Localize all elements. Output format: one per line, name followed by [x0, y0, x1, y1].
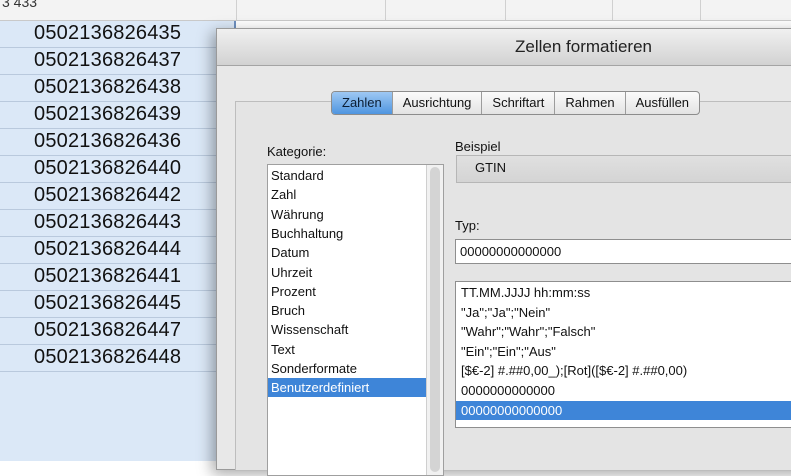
cell-value: 0502136826440	[34, 157, 182, 179]
format-item[interactable]: 00000000000000	[456, 400, 791, 420]
format-item[interactable]: "Ja";"Ja";"Nein"	[456, 303, 791, 322]
category-item[interactable]: Wissenschaft	[268, 320, 426, 339]
format-item[interactable]: 0000000000000	[456, 381, 791, 400]
type-label: Typ:	[455, 218, 480, 233]
category-scrollbar[interactable]	[426, 165, 443, 475]
tab-schriftart[interactable]: Schriftart	[482, 92, 556, 114]
category-item[interactable]: Prozent	[268, 282, 426, 301]
cell-value: 0502136826444	[34, 238, 182, 260]
tab-zahlen[interactable]: Zahlen	[332, 92, 393, 114]
column-header-strip: 3 433	[0, 0, 791, 21]
cell-value: 0502136826441	[34, 265, 182, 287]
format-item[interactable]: "Wahr";"Wahr";"Falsch"	[456, 322, 791, 341]
cell-value: 0502136826435	[34, 22, 182, 44]
category-label: Kategorie:	[267, 144, 327, 159]
category-item[interactable]: Text	[268, 340, 426, 359]
category-item[interactable]: Standard	[268, 166, 426, 185]
table-row[interactable]: 0502136826443	[0, 210, 236, 237]
cell-value: 0502136826447	[34, 319, 182, 341]
scrollbar-thumb[interactable]	[430, 167, 440, 472]
category-item[interactable]: Währung	[268, 205, 426, 224]
table-row[interactable]: 0502136826439	[0, 102, 236, 129]
category-item[interactable]: Datum	[268, 243, 426, 262]
cell-value: 0502136826436	[34, 130, 182, 152]
category-list[interactable]: Standard Zahl Währung Buchhaltung Datum Uhrze…	[267, 164, 444, 476]
column-divider	[612, 0, 613, 20]
table-row[interactable]: 0502136826438	[0, 75, 236, 102]
example-value: GTIN	[475, 160, 507, 175]
table-row[interactable]: 0502136826440	[0, 156, 236, 183]
cell-value: 0502136826443	[34, 211, 182, 233]
format-cells-dialog: Zellen formatieren Zahlen Ausrichtung Sc…	[216, 28, 791, 476]
table-row[interactable]: 0502136826437	[0, 48, 236, 75]
tab-ausfuellen[interactable]: Ausfüllen	[626, 92, 699, 114]
category-item[interactable]: Benutzerdefiniert	[268, 378, 426, 398]
format-item[interactable]: "Ein";"Ein";"Aus"	[456, 342, 791, 361]
category-item[interactable]: Bruch	[268, 301, 426, 320]
table-row[interactable]: 0502136826445	[0, 291, 236, 318]
cell-value: 0502136826439	[34, 103, 182, 125]
type-input[interactable]: 00000000000000	[455, 239, 791, 264]
tab-bar: Zahlen Ausrichtung Schriftart Rahmen Aus…	[331, 91, 701, 115]
column-divider	[505, 0, 506, 20]
dialog-titlebar[interactable]: Zellen formatieren	[217, 29, 791, 66]
example-preview: GTIN	[456, 155, 791, 183]
cell-value: 0502136826438	[34, 76, 182, 98]
table-row[interactable]: 0502136826435	[0, 21, 236, 48]
dialog-title: Zellen formatieren	[515, 37, 653, 56]
category-item[interactable]: Buchhaltung	[268, 224, 426, 243]
top-cell-fragment: 3 433	[2, 0, 38, 10]
table-row[interactable]: 0502136826442	[0, 183, 236, 210]
table-row[interactable]: 0502136826448	[0, 345, 236, 372]
table-row[interactable]: 0502136826444	[0, 237, 236, 264]
tab-ausrichtung[interactable]: Ausrichtung	[393, 92, 483, 114]
category-item[interactable]: Uhrzeit	[268, 263, 426, 282]
format-item[interactable]: [$€-2] #.##0,00_);[Rot]([$€-2] #.##0,00)	[456, 361, 791, 380]
format-list[interactable]: TT.MM.JJJJ hh:mm:ss "Ja";"Ja";"Nein" "Wahr…	[455, 281, 791, 428]
column-divider	[236, 0, 237, 20]
column-divider	[700, 0, 701, 20]
format-item[interactable]: TT.MM.JJJJ hh:mm:ss	[456, 283, 791, 302]
cell-value: 0502136826437	[34, 49, 182, 71]
category-item[interactable]: Zahl	[268, 185, 426, 204]
example-label: Beispiel	[455, 139, 501, 154]
cell-value: 0502136826445	[34, 292, 182, 314]
category-item[interactable]: Sonderformate	[268, 359, 426, 378]
tab-rahmen[interactable]: Rahmen	[555, 92, 626, 114]
table-row[interactable]: 0502136826447	[0, 318, 236, 345]
column-divider	[385, 0, 386, 20]
table-row[interactable]: 0502136826441	[0, 264, 236, 291]
table-row[interactable]: 0502136826436	[0, 129, 236, 156]
cell-value: 0502136826442	[34, 184, 182, 206]
cell-value: 0502136826448	[34, 346, 182, 368]
